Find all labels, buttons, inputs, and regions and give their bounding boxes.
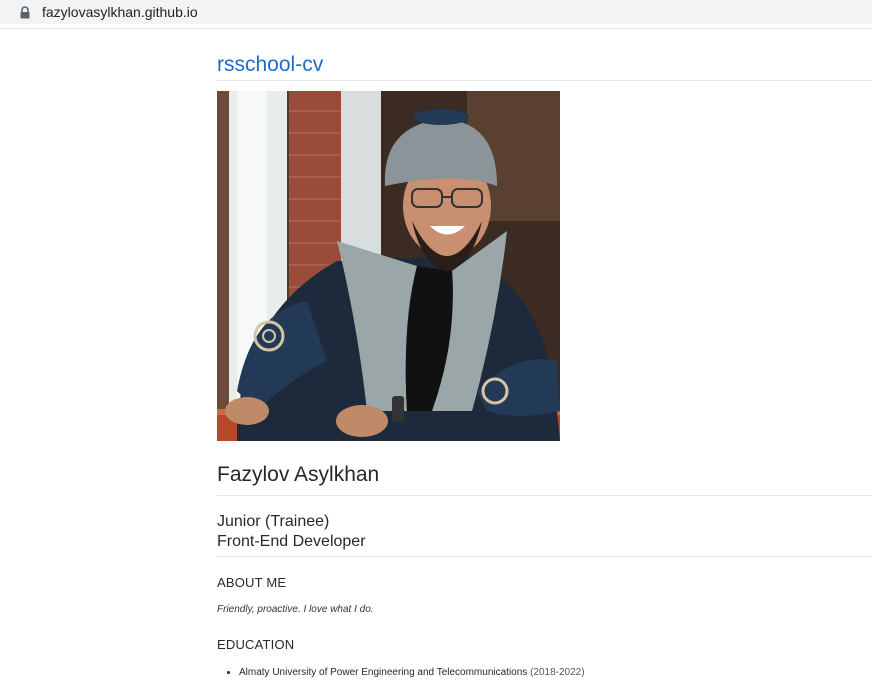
url-text[interactable]: fazylovasylkhan.github.io — [42, 4, 198, 20]
about-heading: ABOUT ME — [217, 575, 287, 590]
divider — [217, 495, 872, 496]
education-school: Almaty University of Power Engineering a… — [239, 667, 528, 678]
profile-photo — [217, 91, 560, 441]
list-item: Almaty University of Power Engineering a… — [239, 666, 872, 680]
about-text: Friendly, proactive. I love what I do. — [217, 604, 374, 615]
toolbar-divider — [0, 28, 872, 29]
site-title-link[interactable]: rsschool-cv — [217, 50, 323, 80]
role-line-1: Junior (Trainee) — [217, 513, 330, 530]
divider — [217, 80, 872, 81]
page-content: rsschool-cv Fazylov Asylkhan Junior (Tra… — [217, 50, 872, 680]
profile-role: Junior (Trainee) Front-End Developer — [217, 512, 872, 552]
education-list: Almaty University of Power Engineering a… — [217, 666, 872, 680]
education-heading: EDUCATION — [217, 637, 295, 652]
profile-name: Fazylov Asylkhan — [217, 463, 380, 486]
education-years: (2018-2022) — [530, 667, 585, 678]
divider — [217, 556, 872, 557]
browser-address-bar[interactable]: fazylovasylkhan.github.io — [0, 0, 872, 24]
role-line-2: Front-End Developer — [217, 533, 366, 550]
lock-icon[interactable] — [16, 3, 34, 21]
